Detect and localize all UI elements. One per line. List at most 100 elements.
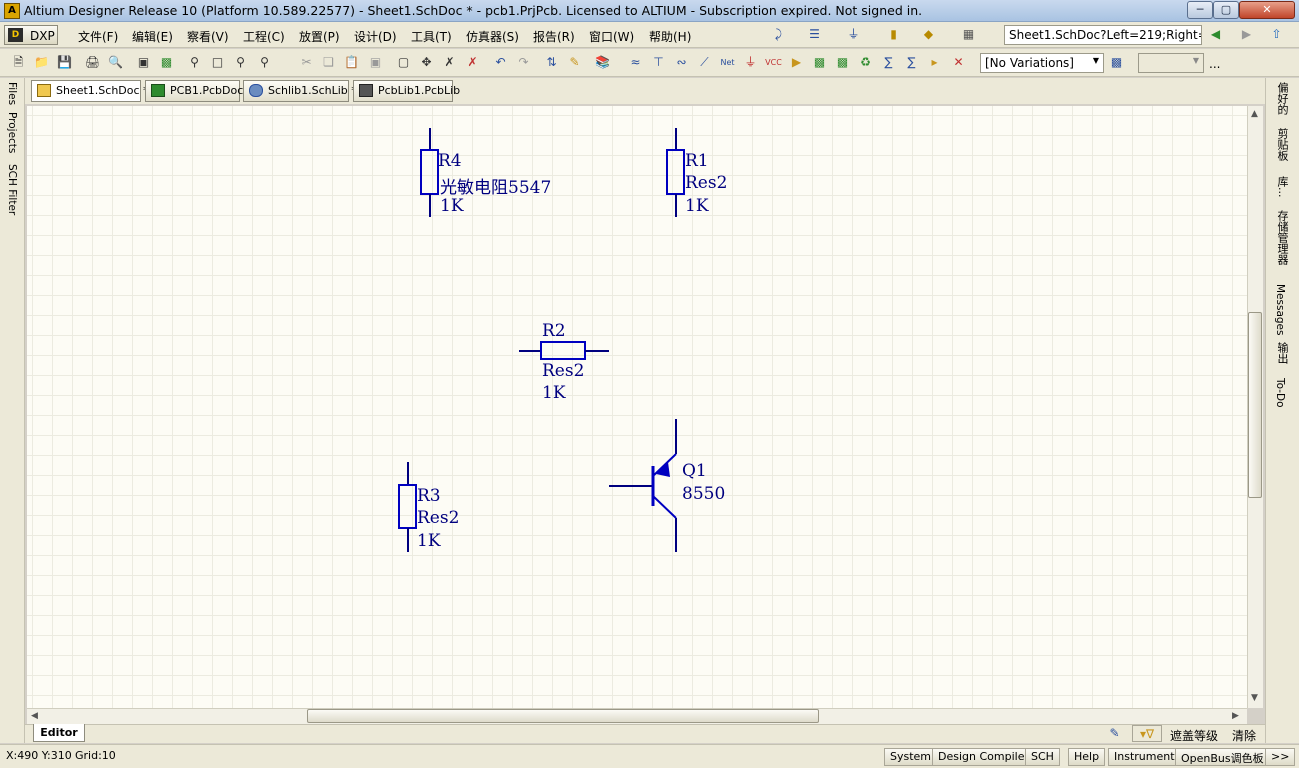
bus-tool-icon[interactable]: ☰ — [806, 26, 823, 43]
status-sch-button[interactable]: SCH — [1025, 748, 1060, 766]
place-sheet-symbol-icon[interactable]: ▩ — [811, 54, 828, 71]
copy-icon[interactable]: ❏ — [320, 54, 337, 71]
menu-window[interactable]: 窗口(W) — [589, 28, 634, 45]
deselect-icon[interactable]: ✗ — [441, 54, 458, 71]
forward-icon[interactable]: ▶ — [1238, 26, 1255, 43]
place-bus-icon[interactable]: ⊤ — [650, 54, 667, 71]
library-browse-icon[interactable]: 📚 — [594, 54, 611, 71]
doc-tab-schlib1[interactable]: Schlib1.SchLib * — [243, 80, 357, 102]
menu-edit[interactable]: 编辑(E) — [132, 28, 173, 45]
maximize-button[interactable]: ▢ — [1213, 1, 1239, 19]
panel-tab-messages[interactable]: Messages — [1274, 284, 1286, 336]
clear-button[interactable]: 清除 — [1232, 727, 1256, 744]
minimize-button[interactable]: ─ — [1187, 1, 1213, 19]
scroll-left-icon[interactable]: ◀ — [31, 711, 38, 721]
mask-pen-icon[interactable]: ✎ — [1106, 725, 1123, 742]
secondary-select[interactable]: ▼ — [1138, 53, 1204, 73]
r1-comment[interactable]: Res2 — [685, 173, 727, 193]
cut-icon[interactable]: ✂ — [298, 54, 315, 71]
menu-view[interactable]: 察看(V) — [187, 28, 229, 45]
r4-value[interactable]: 1K — [440, 196, 464, 216]
scroll-up-icon[interactable]: ▲ — [1251, 109, 1258, 119]
scroll-right-icon[interactable]: ▶ — [1232, 711, 1239, 721]
rubber-stamp-icon[interactable]: ▣ — [367, 54, 384, 71]
place-bus-entry-icon[interactable]: ⟋ — [696, 54, 713, 71]
resistor-r3-symbol[interactable] — [398, 462, 417, 552]
menu-simulator[interactable]: 仿真器(S) — [466, 28, 519, 45]
part-tool-icon[interactable]: ▮ — [885, 26, 902, 43]
place-part-icon[interactable]: ▶ — [788, 54, 805, 71]
menu-project[interactable]: 工程(C) — [243, 28, 285, 45]
place-gnd-icon[interactable]: ⏚ — [742, 54, 759, 71]
place-harness-connector-icon[interactable]: ∑ — [880, 54, 897, 71]
clear-filter-icon[interactable]: ✗ — [464, 54, 481, 71]
place-no-erc-icon[interactable]: ✕ — [950, 54, 967, 71]
place-wire-icon[interactable]: ≈ — [627, 54, 644, 71]
r3-comment[interactable]: Res2 — [417, 508, 459, 528]
move-icon[interactable]: ✥ — [418, 54, 435, 71]
editor-tab[interactable]: Editor — [33, 724, 85, 742]
back-icon[interactable]: ◀ — [1207, 26, 1224, 43]
r3-value[interactable]: 1K — [417, 531, 441, 551]
panel-tab-clipboard[interactable]: 剪贴板 — [1274, 128, 1290, 161]
open-folder-icon[interactable]: 📁 — [33, 54, 50, 71]
place-device-sheet-icon[interactable]: ♻ — [857, 54, 874, 71]
horizontal-scroll-thumb[interactable] — [307, 709, 819, 723]
r2-value[interactable]: 1K — [542, 383, 566, 403]
transistor-q1-symbol[interactable] — [609, 419, 677, 552]
menu-design[interactable]: 设计(D) — [354, 28, 397, 45]
doc-tab-sheet1[interactable]: Sheet1.SchDoc * — [31, 80, 149, 102]
variant-manager-icon[interactable]: ▩ — [1108, 54, 1125, 71]
zoom-area-icon[interactable]: □ — [209, 54, 226, 71]
redo-icon[interactable]: ↷ — [515, 54, 532, 71]
dxp-menu-button[interactable]: D DXP — [4, 25, 58, 45]
status-more-button[interactable]: >> — [1265, 748, 1296, 766]
panel-tab-favorites[interactable]: 偏好的 — [1274, 82, 1290, 115]
place-harness-entry-icon[interactable]: ∑ — [903, 54, 920, 71]
doc-tab-pcb1[interactable]: PCB1.PcbDoc — [145, 80, 243, 102]
zoom-filter-icon[interactable]: ⚲ — [256, 54, 273, 71]
menu-help[interactable]: 帮助(H) — [649, 28, 691, 45]
cross-probe-icon[interactable]: ✎ — [566, 54, 583, 71]
status-design-compiler-button[interactable]: Design Compiler — [932, 748, 1035, 766]
vertical-scroll-thumb[interactable] — [1248, 312, 1262, 498]
resistor-r1-symbol[interactable] — [666, 128, 685, 217]
panel-tab-todo[interactable]: To-Do — [1274, 378, 1286, 408]
ground-power-icon[interactable]: ⏚ — [845, 26, 862, 43]
wire-tool-icon[interactable]: ⤸ — [770, 26, 787, 43]
toolbar-overflow[interactable]: ... — [1209, 57, 1220, 71]
place-vcc-icon[interactable]: VCC — [765, 54, 782, 71]
variations-select[interactable]: [No Variations] ▼ — [980, 53, 1104, 73]
panel-tab-storage-manager[interactable]: 存储管理器 — [1274, 210, 1290, 265]
zoom-fit-icon[interactable]: ⚲ — [186, 54, 203, 71]
r4-designator[interactable]: R4 — [438, 151, 462, 171]
place-sheet-entry-icon[interactable]: ▩ — [834, 54, 851, 71]
grid-icon[interactable]: ▦ — [960, 26, 977, 43]
board-icon[interactable]: ▩ — [158, 54, 175, 71]
home-icon[interactable]: ⇧ — [1268, 26, 1285, 43]
status-openbus-button[interactable]: OpenBus调色板 — [1175, 748, 1270, 766]
menu-reports[interactable]: 报告(R) — [533, 28, 575, 45]
menu-tools[interactable]: 工具(T) — [411, 28, 452, 45]
resistor-r2-symbol[interactable] — [519, 341, 609, 360]
address-bar[interactable]: Sheet1.SchDoc?Left=219;Right= — [1004, 25, 1202, 45]
port-tool-icon[interactable]: ◆ — [920, 26, 937, 43]
new-document-icon[interactable]: 🗎 — [10, 54, 27, 71]
panel-tab-libraries[interactable]: 库... — [1274, 176, 1290, 198]
mask-level-button[interactable]: 遮盖等级 — [1170, 727, 1218, 744]
hierarchy-icon[interactable]: ⇅ — [543, 54, 560, 71]
place-signal-harness-icon[interactable]: ∾ — [673, 54, 690, 71]
q1-designator[interactable]: Q1 — [682, 461, 707, 481]
select-area-icon[interactable]: ▢ — [395, 54, 412, 71]
panel-tab-projects[interactable]: Projects — [6, 112, 18, 153]
paste-icon[interactable]: 📋 — [343, 54, 360, 71]
place-port-icon[interactable]: ▸ — [926, 54, 943, 71]
resistor-r4-symbol[interactable] — [420, 128, 439, 217]
status-system-button[interactable]: System — [884, 748, 938, 766]
print-icon[interactable]: 🖨 — [84, 54, 101, 71]
r4-comment[interactable]: 光敏电阻5547 — [440, 173, 551, 198]
r2-comment[interactable]: Res2 — [542, 361, 584, 381]
panel-tab-output[interactable]: 输出 — [1274, 342, 1290, 364]
close-button[interactable]: ✕ — [1239, 1, 1295, 19]
r3-designator[interactable]: R3 — [417, 486, 441, 506]
